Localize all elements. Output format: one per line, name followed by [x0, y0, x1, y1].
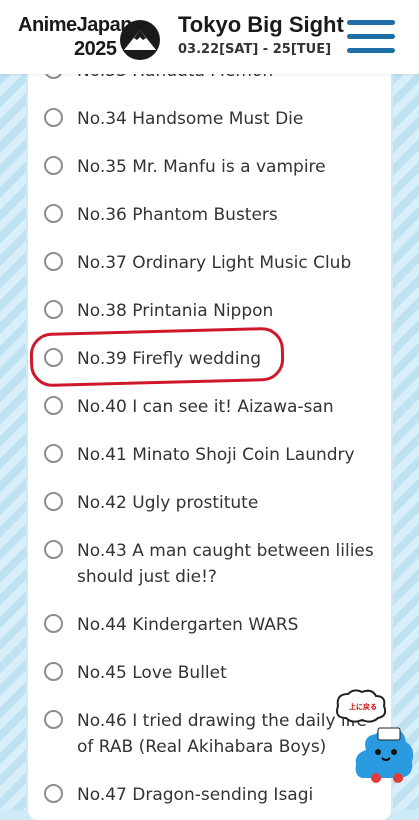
option-item[interactable]: No.41 Minato Shoji Coin Laundry — [44, 442, 384, 468]
radio-button[interactable] — [44, 614, 63, 633]
option-label: No.41 Minato Shoji Coin Laundry — [77, 445, 355, 465]
option-item-firefly-wedding[interactable]: No.39 Firefly wedding — [44, 346, 384, 372]
animejapan-logo[interactable]: AnimeJapan 2025 — [16, 12, 166, 64]
option-item[interactable]: No.38 Printania Nippon — [44, 298, 384, 324]
option-label: No.37 Ordinary Light Music Club — [77, 253, 352, 273]
menu-bar-icon — [347, 20, 395, 25]
option-item[interactable]: No.45 Love Bullet — [44, 660, 384, 686]
background-stripes-left — [0, 74, 26, 810]
menu-bar-icon — [347, 34, 395, 39]
option-item[interactable]: No.36 Phantom Busters — [44, 202, 384, 228]
option-label: No.42 Ugly prostitute — [77, 493, 259, 513]
radio-button[interactable] — [44, 252, 63, 271]
option-label: No.38 Printania Nippon — [77, 301, 274, 321]
option-label: No.36 Phantom Busters — [77, 205, 278, 225]
option-item[interactable]: No.37 Ordinary Light Music Club — [44, 250, 384, 276]
radio-button[interactable] — [44, 540, 63, 559]
option-item[interactable]: No.35 Mr. Manfu is a vampire — [44, 154, 384, 180]
option-label: No.40 I can see it! Aizawa-san — [77, 397, 334, 417]
menu-bar-icon — [347, 48, 395, 53]
radio-button[interactable] — [44, 108, 63, 127]
radio-button[interactable] — [44, 396, 63, 415]
option-label: No.34 Handsome Must Die — [77, 109, 304, 129]
hamburger-menu-button[interactable] — [347, 20, 395, 54]
option-item[interactable]: No.34 Handsome Must Die — [44, 106, 384, 132]
option-label: No.35 Mr. Manfu is a vampire — [77, 157, 326, 177]
radio-button[interactable] — [44, 662, 63, 681]
radio-button[interactable] — [44, 300, 63, 319]
radio-button[interactable] — [44, 348, 63, 367]
option-label: No.44 Kindergarten WARS — [77, 615, 299, 635]
back-to-top-label: 上に戻る — [349, 703, 377, 711]
option-label: No.43 A man caught between lilies should… — [77, 541, 374, 587]
radio-button[interactable] — [44, 204, 63, 223]
back-to-top-mascot-button[interactable]: 上に戻る — [332, 688, 418, 788]
site-header: AnimeJapan 2025 Tokyo Big Sight 03.22[SA… — [0, 0, 419, 74]
option-item[interactable]: No.44 Kindergarten WARS — [44, 612, 384, 638]
option-label: No.39 Firefly wedding — [77, 349, 262, 369]
logo-title: AnimeJapan — [18, 14, 132, 36]
option-label: No.45 Love Bullet — [77, 663, 227, 683]
radio-button[interactable] — [44, 444, 63, 463]
radio-button[interactable] — [44, 492, 63, 511]
radio-button[interactable] — [44, 784, 63, 803]
logo-year: 2025 — [74, 38, 117, 60]
logo-mark-icon — [120, 20, 160, 60]
radio-button[interactable] — [44, 156, 63, 175]
option-item[interactable]: No.40 I can see it! Aizawa-san — [44, 394, 384, 420]
option-item[interactable]: No.42 Ugly prostitute — [44, 490, 384, 516]
event-dates: 03.22[SAT] - 25[TUE] — [178, 42, 332, 57]
radio-button[interactable] — [44, 710, 63, 729]
option-item[interactable]: No.43 A man caught between lilies should… — [44, 538, 384, 590]
venue-name: Tokyo Big Sight — [178, 12, 344, 37]
